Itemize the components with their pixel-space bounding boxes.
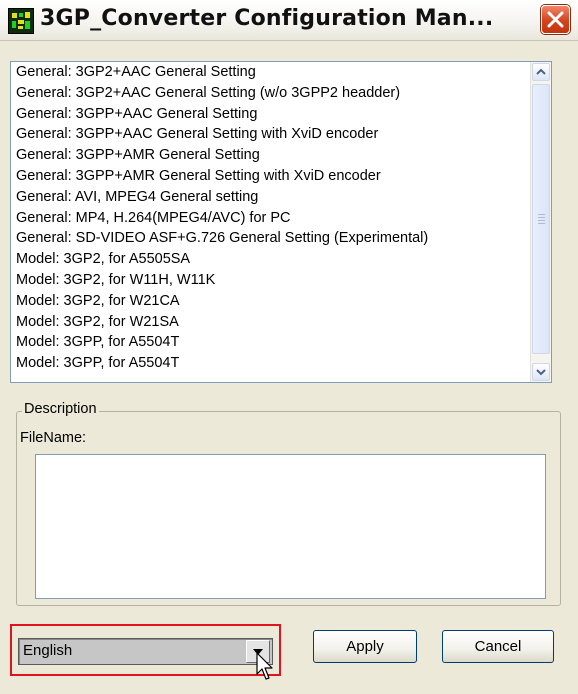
- list-item[interactable]: General: 3GPP+AAC General Setting with X…: [11, 124, 529, 145]
- list-item[interactable]: Model: 3GP2, for W21SA: [11, 312, 529, 333]
- list-item[interactable]: General: MP4, H.264(MPEG4/AVC) for PC: [11, 208, 529, 229]
- chevron-down-icon: [536, 369, 546, 376]
- cancel-button[interactable]: Cancel: [442, 630, 554, 663]
- list-item[interactable]: General: AVI, MPEG4 General setting: [11, 187, 529, 208]
- config-list[interactable]: General: 3GP2+AAC General Setting Genera…: [10, 61, 552, 383]
- apply-button[interactable]: Apply: [313, 630, 417, 663]
- window-title: 3GP_Converter Configuration Man...: [40, 6, 494, 31]
- list-item[interactable]: General: 3GPP+AMR General Setting: [11, 145, 529, 166]
- vertical-scrollbar[interactable]: [530, 62, 551, 382]
- list-item[interactable]: Model: 3GPP, for A5504T: [11, 332, 529, 353]
- list-item[interactable]: General: 3GP2+AAC General Setting: [11, 62, 529, 83]
- list-item[interactable]: Model: 3GP2, for A5505SA: [11, 249, 529, 270]
- chevron-up-icon: [536, 68, 546, 75]
- description-text-area[interactable]: [35, 454, 546, 599]
- description-group-label: Description: [22, 401, 99, 417]
- list-item[interactable]: Model: 3GP2, for W11H, W11K: [11, 270, 529, 291]
- mouse-pointer-icon: [256, 652, 273, 680]
- title-bar[interactable]: 3GP_Converter Configuration Man...: [0, 0, 578, 41]
- language-select[interactable]: English: [18, 638, 273, 665]
- scroll-up-button[interactable]: [532, 63, 550, 81]
- list-item[interactable]: General: 3GPP+AAC General Setting: [11, 104, 529, 125]
- scroll-down-button[interactable]: [532, 363, 550, 381]
- scroll-grip: [538, 214, 545, 226]
- 3gp-converter-icon: [8, 8, 34, 34]
- close-button[interactable]: [541, 5, 570, 34]
- list-item[interactable]: General: 3GP2+AAC General Setting (w/o 3…: [11, 83, 529, 104]
- filename-label: FileName:: [20, 430, 87, 446]
- config-manager-window: 3GP_Converter Configuration Man... Gener…: [0, 0, 578, 694]
- config-list-items: General: 3GP2+AAC General Setting Genera…: [11, 62, 529, 374]
- language-selected-value: English: [23, 642, 73, 659]
- list-item[interactable]: General: SD-VIDEO ASF+G.726 General Sett…: [11, 228, 529, 249]
- list-item[interactable]: Model: 3GPP, for A5504T: [11, 353, 529, 374]
- list-item[interactable]: General: 3GPP+AMR General Setting with X…: [11, 166, 529, 187]
- scroll-thumb[interactable]: [532, 84, 550, 354]
- list-item[interactable]: Model: 3GP2, for W21CA: [11, 291, 529, 312]
- close-icon: [547, 11, 564, 28]
